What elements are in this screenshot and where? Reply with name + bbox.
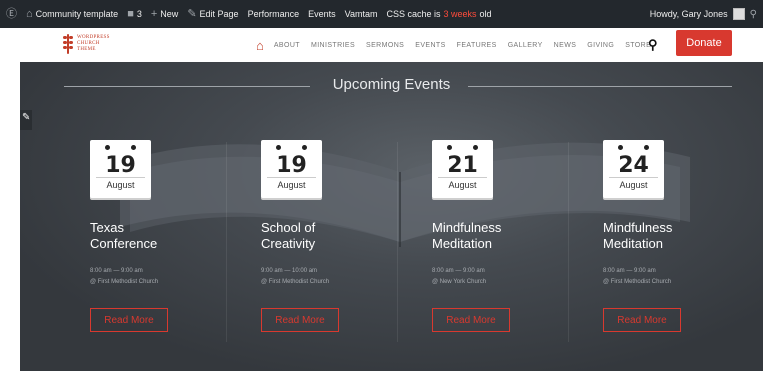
calendar-icon: 24 August [603,140,664,198]
wp-logo-menu[interactable]: Ⓔ [6,7,17,20]
comments-count: 3 [136,9,142,19]
event-month: August [277,180,306,190]
event-title-line-1: Texas [90,220,124,235]
event-day: 24 [618,153,649,178]
event-title-line-2: Creativity [261,236,316,251]
comments-menu[interactable]: ■ 3 [127,7,142,20]
nav-item-about[interactable]: ABOUT [274,42,300,49]
nav-item-events[interactable]: EVENTS [415,42,445,49]
css-cache-status[interactable]: CSS cache is 3 weeks old [386,9,491,19]
section-title-text: Upcoming Events [332,76,451,93]
nav-item-news[interactable]: NEWS [554,42,577,49]
pencil-icon: ✎ [187,7,197,20]
events-hero: ✎ Upcoming Events 19 August Texas Confer… [20,62,763,371]
search-icon[interactable]: ⚲ [750,9,757,20]
calendar-icon: 19 August [90,140,151,198]
new-label: New [160,9,179,19]
avatar[interactable] [732,8,745,20]
logo-line-3: THEME [77,47,96,52]
site-logo[interactable]: WORDPRESS CHURCH THEME [63,32,110,56]
event-time: 8:00 am — 9:00 am [432,268,485,274]
event-month: August [448,180,477,190]
read-more-button[interactable]: Read More [261,308,339,332]
cache-suffix: old [479,9,492,19]
cache-age: 3 weeks [443,9,477,19]
calendar-icon: 21 August [432,140,493,198]
event-title-line-1: School of [261,220,316,235]
nav-item-gallery[interactable]: GALLERY [508,42,543,49]
nav-item-giving[interactable]: GIVING [587,42,614,49]
section-title: Upcoming Events [20,76,763,93]
event-day: 19 [105,153,136,178]
performance-label: Performance [247,9,300,19]
event-month: August [619,180,648,190]
nav-item-features[interactable]: FEATURES [457,42,497,49]
event-title[interactable]: Mindfulness Meditation [603,220,753,252]
paintbrush-icon[interactable]: ✎ [22,112,30,123]
performance-menu[interactable]: Performance [248,9,300,19]
event-title-line-1: Mindfulness [432,220,502,235]
event-time: 8:00 am — 9:00 am [603,268,656,274]
event-time: 8:00 am — 9:00 am [90,268,143,274]
wordpress-icon: Ⓔ [6,7,17,20]
event-title[interactable]: School of Creativity [261,220,411,252]
site-header: WORDPRESS CHURCH THEME ⌂ ABOUT MINISTRIE… [0,28,763,62]
wheat-logo-icon [63,32,73,56]
cache-prefix: CSS cache is [386,9,441,19]
event-title-line-2: Conference [90,236,158,251]
read-more-button[interactable]: Read More [90,308,168,332]
event-location: @ First Methodist Church [603,279,672,285]
nav-item-sermons[interactable]: SERMONS [366,42,404,49]
event-title[interactable]: Mindfulness Meditation [432,220,582,252]
event-location: @ First Methodist Church [261,279,330,285]
plus-icon: + [150,7,158,20]
events-label: Events [308,9,336,19]
event-location: @ New York Church [432,279,487,285]
admin-bar: Ⓔ ⌂ Community template ■ 3 + New ✎ Edit … [0,0,763,28]
vamtam-menu[interactable]: Vamtam [345,9,378,19]
donate-button[interactable]: Donate [676,30,732,56]
home-icon[interactable]: ⌂ [256,38,264,53]
event-day: 21 [447,153,478,178]
events-menu[interactable]: Events [308,9,336,19]
main-nav: ⌂ ABOUT MINISTRIES SERMONS EVENTS FEATUR… [256,28,662,62]
event-location: @ First Methodist Church [90,279,159,285]
edit-page-label: Edit Page [199,9,239,19]
nav-item-ministries[interactable]: MINISTRIES [311,42,355,49]
comment-icon: ■ [127,7,134,20]
event-title-line-2: Meditation [432,236,492,251]
event-time: 9:00 am — 10:00 am [261,268,318,274]
event-title[interactable]: Texas Conference [90,220,240,252]
new-content-menu[interactable]: + New [150,7,179,20]
event-title-line-2: Meditation [603,236,663,251]
edit-page-link[interactable]: ✎ Edit Page [187,7,239,20]
calendar-icon: 19 August [261,140,322,198]
event-title-line-1: Mindfulness [603,220,673,235]
event-day: 19 [276,153,307,178]
read-more-button[interactable]: Read More [432,308,510,332]
howdy-user[interactable]: Howdy, Gary Jones [650,9,728,19]
event-month: August [106,180,135,190]
site-name: Community template [35,9,119,19]
vamtam-label: Vamtam [344,9,378,19]
logo-text: WORDPRESS CHURCH THEME [77,35,110,53]
home-icon: ⌂ [26,7,33,20]
read-more-button[interactable]: Read More [603,308,681,332]
search-icon[interactable]: ⚲ [648,37,658,53]
site-name-menu[interactable]: ⌂ Community template [26,7,119,20]
